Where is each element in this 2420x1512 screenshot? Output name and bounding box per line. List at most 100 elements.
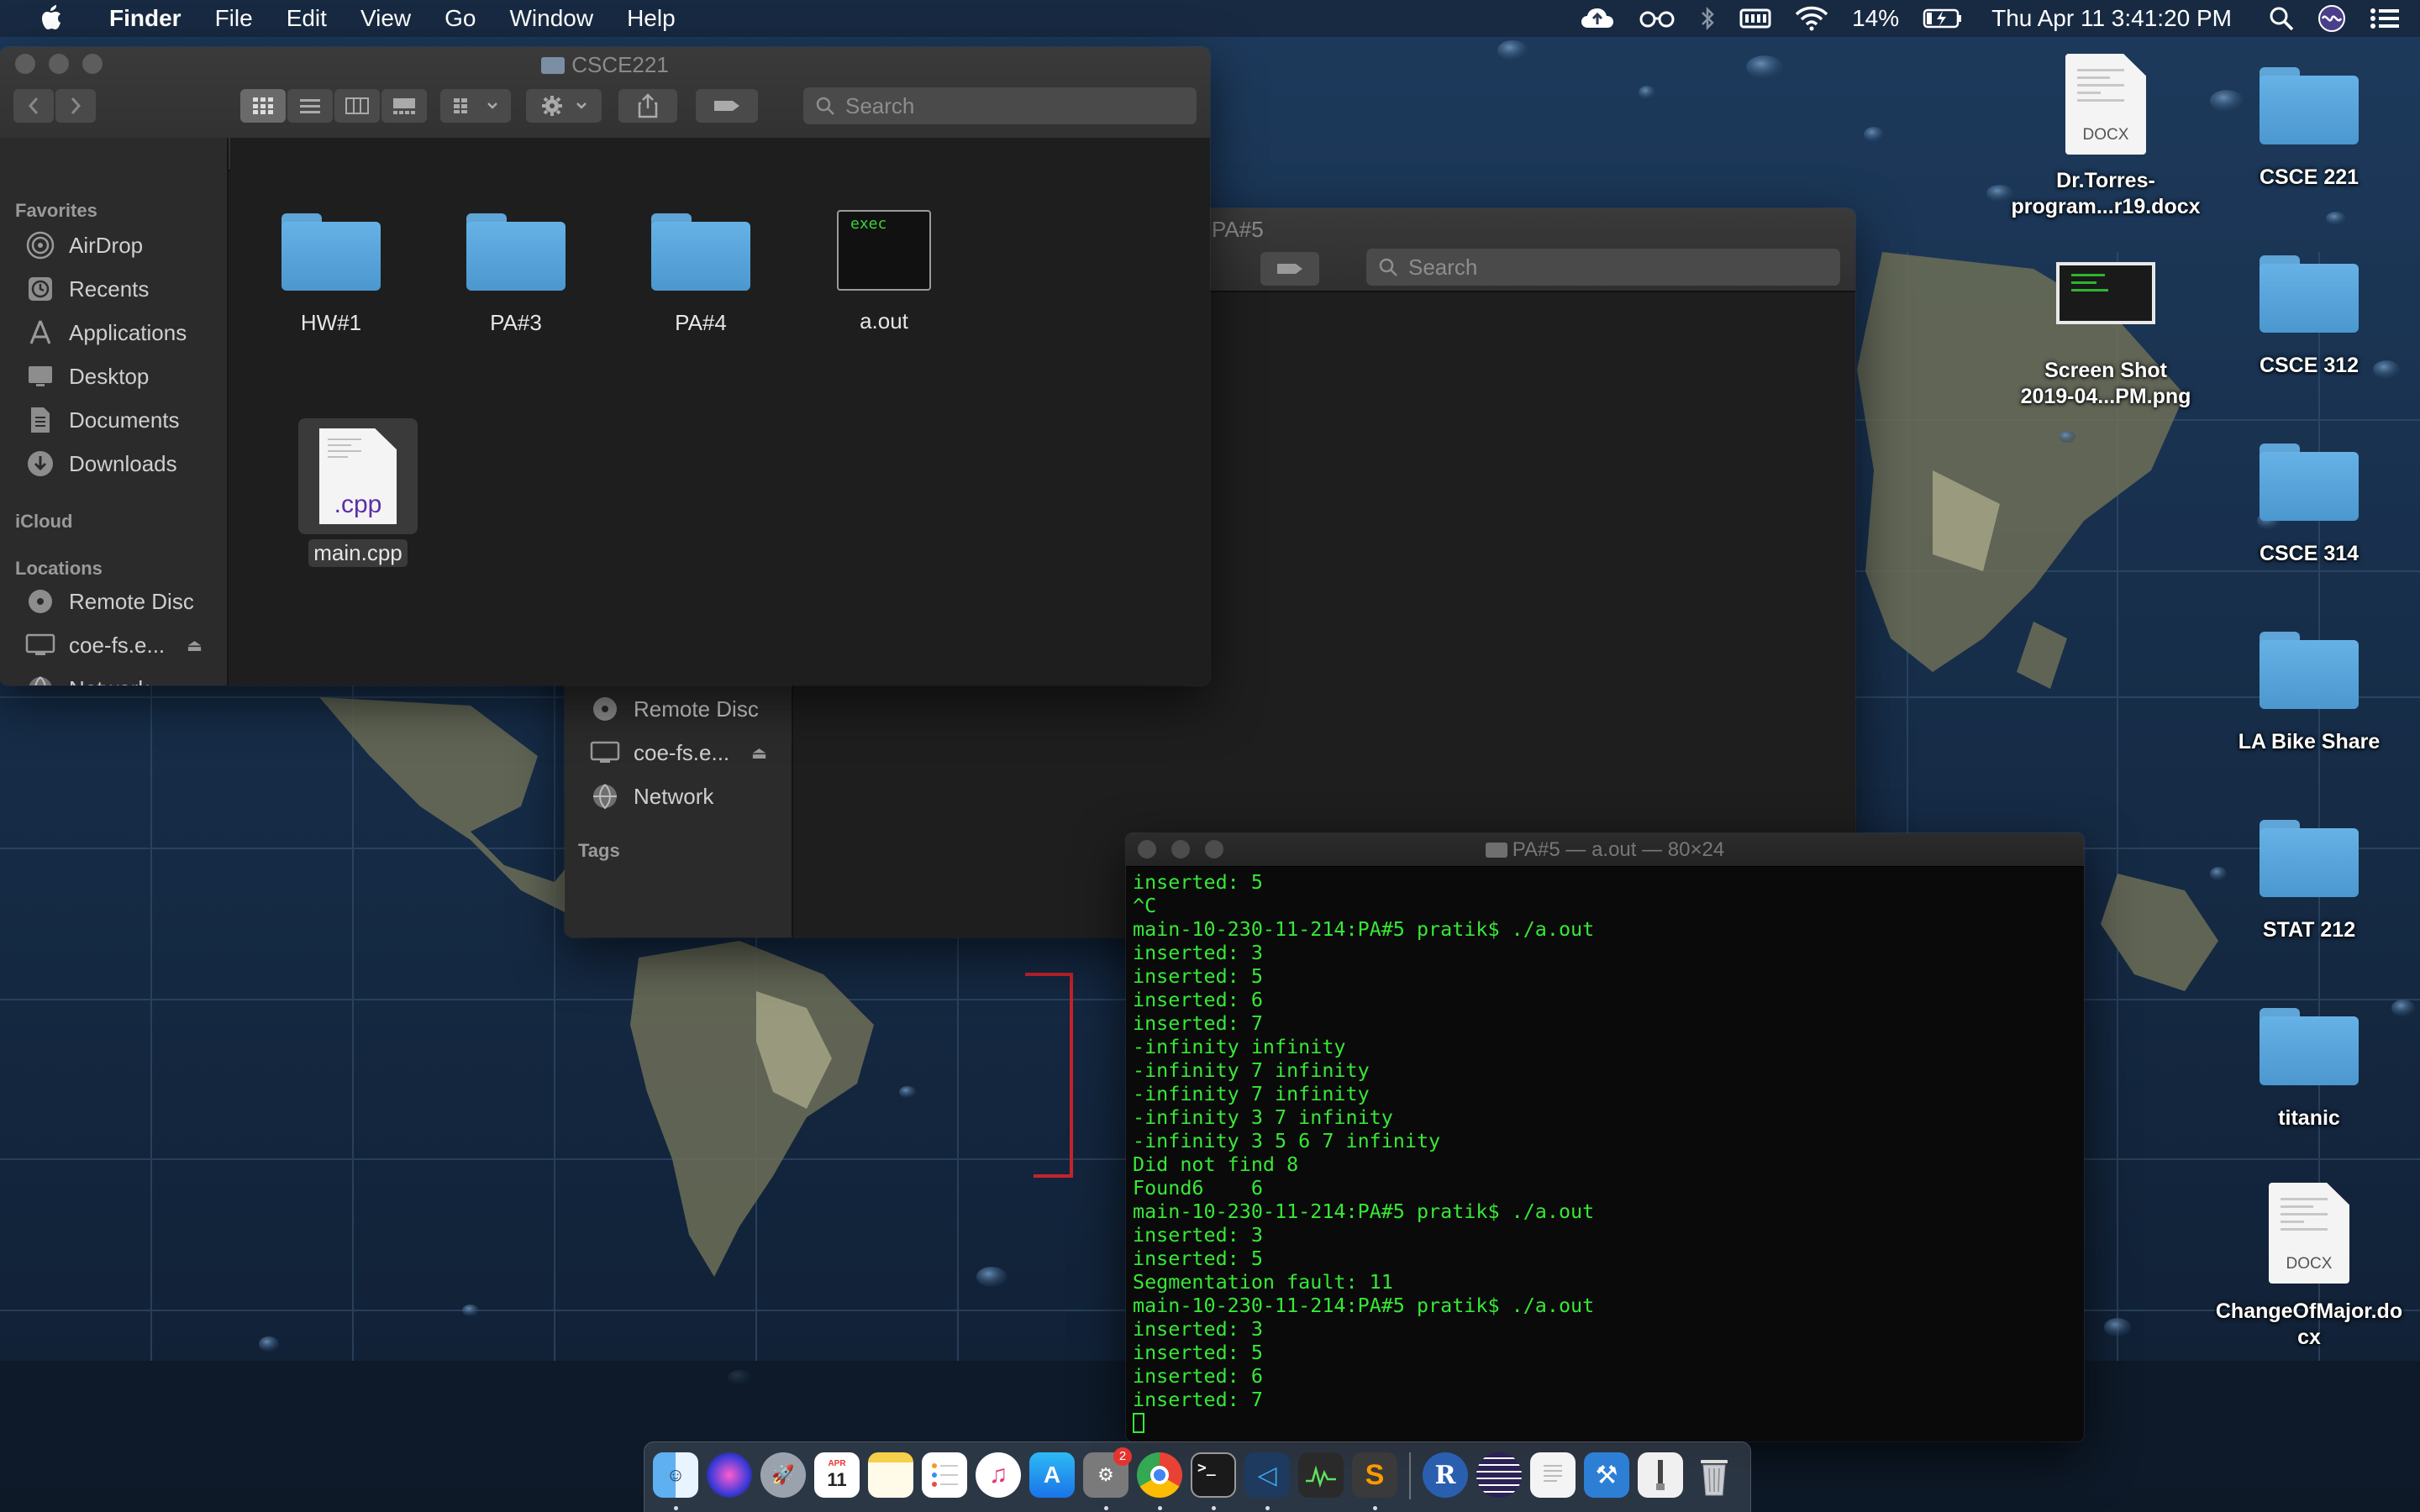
menu-file[interactable]: File (198, 0, 270, 37)
folder-pa4[interactable]: PA#4 (617, 213, 785, 337)
terminal-titlebar[interactable]: PA#5 — a.out — 80×24 (1126, 833, 2084, 867)
desktop-folder-titanic[interactable]: titanic (2208, 1008, 2410, 1131)
sidebar-item-network[interactable]: Network (25, 670, 149, 685)
textedit-icon[interactable] (1530, 1452, 1576, 1498)
list-icon (300, 99, 320, 113)
battery-charging-icon[interactable] (1923, 8, 1963, 29)
xcode-icon[interactable]: ⚒ (1584, 1452, 1629, 1498)
sidebar-locations: Remote Disc coe-fs.e... ⏏ Network Tags (565, 685, 793, 937)
menu-edit[interactable]: Edit (270, 0, 344, 37)
launchpad-icon[interactable]: 🚀 (760, 1452, 806, 1498)
sidebar-item-network[interactable]: Network (590, 778, 713, 815)
terminal-line: -infinity 3 5 6 7 infinity (1133, 1129, 1441, 1152)
tag-button[interactable] (1260, 252, 1319, 286)
folder-icon (2260, 820, 2359, 897)
search-input[interactable]: Search (803, 87, 1197, 124)
menu-help[interactable]: Help (610, 0, 692, 37)
file-main-cpp[interactable]: .cpp main.cpp (274, 418, 442, 567)
column-view-button[interactable] (334, 89, 380, 123)
favorites-header: Favorites (15, 200, 97, 221)
tag-button[interactable] (696, 89, 758, 123)
search-input[interactable]: Search (1366, 249, 1840, 286)
sidebar-item-desktop[interactable]: Desktop (25, 358, 149, 395)
siri-icon[interactable] (2317, 4, 2346, 33)
desktop-folder-la-bike-share[interactable]: LA Bike Share (2208, 632, 2410, 755)
sublime-text-icon[interactable]: S (1352, 1452, 1397, 1498)
sidebar-item-applications[interactable]: Applications (25, 314, 187, 351)
desktop-folder-csce221[interactable]: CSCE 221 (2208, 67, 2410, 191)
terminal-window[interactable]: PA#5 — a.out — 80×24 inserted: 5 ^C main… (1126, 833, 2084, 1441)
folder-icon (466, 213, 566, 291)
calendar-icon[interactable]: APR 11 (814, 1452, 860, 1498)
folder-hw1[interactable]: HW#1 (247, 213, 415, 337)
terminal-line: inserted: 5 (1133, 870, 1263, 894)
notes-icon[interactable] (868, 1452, 913, 1498)
desktop-folder-stat212[interactable]: STAT 212 (2208, 820, 2410, 943)
docx-file-icon: DOCX (2065, 54, 2146, 155)
chrome-icon[interactable] (1137, 1452, 1182, 1498)
siri-icon[interactable] (707, 1452, 752, 1498)
sidebar-item-remote-disc[interactable]: Remote Disc (590, 690, 759, 727)
reminders-icon[interactable] (922, 1452, 967, 1498)
desktop-file-drtorres-docx[interactable]: DOCX Dr.Torres- program...r19.docx (2005, 54, 2207, 220)
back-button[interactable] (13, 89, 54, 123)
running-indicator (1158, 1506, 1162, 1510)
bluetooth-icon[interactable] (1699, 6, 1716, 31)
forward-button[interactable] (55, 89, 96, 123)
clock[interactable]: Thu Apr 11 3:41:20 PM (1991, 5, 2232, 32)
activity-monitor-icon[interactable] (1298, 1452, 1344, 1498)
menu-view[interactable]: View (344, 0, 428, 37)
download-icon (25, 449, 55, 479)
file-a-out[interactable]: exec a.out (800, 210, 968, 335)
sidebar-item-remote-disc[interactable]: Remote Disc (25, 583, 194, 620)
action-button[interactable] (526, 89, 602, 123)
finder-window-csce221[interactable]: CSCE221 Search Favorites AirDrop Recents… (0, 47, 1210, 685)
eclipse-icon[interactable] (1476, 1452, 1522, 1498)
sidebar-item-airdrop[interactable]: AirDrop (25, 227, 143, 264)
archive-icon[interactable] (1638, 1452, 1683, 1498)
icon-view-button[interactable] (240, 89, 286, 123)
desktop-folder-csce314[interactable]: CSCE 314 (2208, 444, 2410, 567)
sidebar-item-coe-fs[interactable]: coe-fs.e... ⏏ (590, 734, 767, 771)
locations-header: Locations (15, 558, 103, 579)
list-view-button[interactable] (287, 89, 333, 123)
folder-icon (2260, 255, 2359, 333)
search-icon (816, 97, 834, 115)
finder-icon[interactable]: ☺ (653, 1452, 698, 1498)
dock-separator (1409, 1452, 1411, 1499)
desktop-file-changeofmajor-docx[interactable]: DOCX ChangeOfMajor.do cx (2208, 1183, 2410, 1351)
executable-icon: exec (837, 210, 931, 291)
terminal-icon[interactable]: >_ (1191, 1452, 1236, 1498)
desktop-folder-csce312[interactable]: CSCE 312 (2208, 255, 2410, 379)
eject-icon[interactable]: ⏏ (187, 635, 203, 656)
glasses-icon[interactable] (1639, 8, 1676, 29)
group-button[interactable] (440, 89, 511, 123)
menu-window[interactable]: Window (492, 0, 610, 37)
cloud-upload-icon[interactable] (1580, 6, 1615, 31)
notification-center-icon[interactable] (2370, 7, 2400, 30)
eject-icon[interactable]: ⏏ (751, 743, 767, 764)
keyboard-icon[interactable] (1739, 7, 1771, 30)
apple-menu-icon[interactable] (32, 0, 69, 37)
desktop-file-screenshot-png[interactable]: Screen Shot 2019-04...PM.png (2005, 262, 2207, 410)
tags-header: Tags (578, 840, 620, 861)
terminal-line: inserted: 3 (1133, 941, 1263, 964)
sidebar-item-documents[interactable]: Documents (25, 402, 180, 438)
gallery-view-button[interactable] (381, 89, 427, 123)
app-store-icon[interactable]: A (1029, 1452, 1075, 1498)
itunes-icon[interactable]: ♫ (976, 1452, 1021, 1498)
menu-go[interactable]: Go (428, 0, 492, 37)
search-icon[interactable] (2269, 6, 2294, 31)
folder-pa3[interactable]: PA#3 (432, 213, 600, 337)
terminal-line: -infinity 7 infinity (1133, 1058, 1370, 1082)
wifi-icon[interactable] (1795, 6, 1828, 31)
sidebar-item-coe-fs[interactable]: coe-fs.e... ⏏ (25, 627, 203, 664)
sidebar-item-downloads[interactable]: Downloads (25, 445, 177, 482)
sidebar-item-recents[interactable]: Recents (25, 270, 149, 307)
share-button[interactable] (618, 89, 677, 123)
trash-icon[interactable] (1691, 1452, 1737, 1498)
terminal-output[interactable]: inserted: 5 ^C main-10-230-11-214:PA#5 p… (1126, 867, 2084, 1435)
r-icon[interactable]: R (1423, 1452, 1468, 1498)
vscode-icon[interactable]: ◁ (1244, 1452, 1290, 1498)
menu-finder[interactable]: Finder (92, 0, 198, 37)
